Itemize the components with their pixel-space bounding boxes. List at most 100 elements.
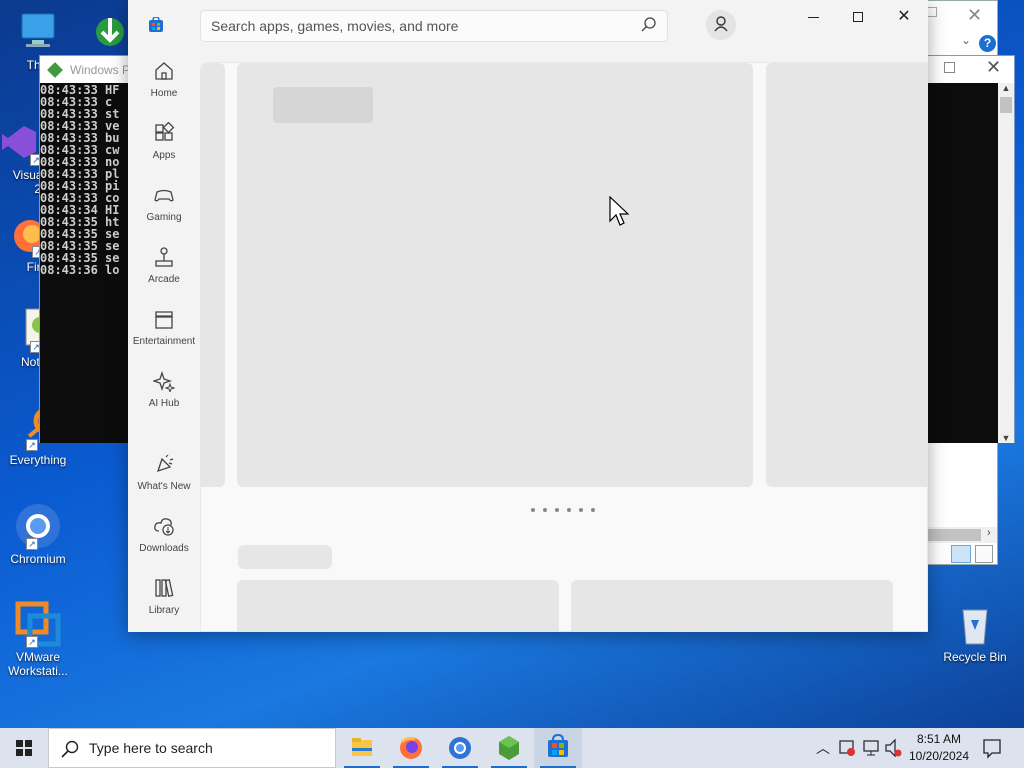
search-icon[interactable] xyxy=(641,17,657,36)
nav-label: Home xyxy=(150,88,178,99)
nav-item-gaming[interactable]: Gaming xyxy=(128,184,200,223)
taskbar-search-placeholder: Type here to search xyxy=(89,740,213,756)
entertainment-icon xyxy=(155,311,173,329)
tile-placeholder[interactable] xyxy=(237,580,559,631)
show-hidden-icons-button[interactable]: ︿ xyxy=(814,728,832,768)
desktop-icon-label: Everything xyxy=(9,453,67,467)
recycle-bin-icon xyxy=(951,600,999,648)
store-window: Search apps, games, movies, and more ✕ H… xyxy=(128,0,928,632)
clock-date: 10/20/2024 xyxy=(908,749,970,763)
ai-hub-icon xyxy=(153,370,175,392)
taskbar-clock[interactable]: 8:51 AM 10/20/2024 xyxy=(900,731,978,765)
windows-logo-icon xyxy=(16,740,32,756)
carousel-pagination[interactable] xyxy=(531,508,611,514)
close-button[interactable]: ✕ xyxy=(892,6,916,28)
chevron-down-icon[interactable]: ⌄ xyxy=(961,33,971,47)
nav-label: Library xyxy=(148,605,180,616)
taskbar-app-chromium[interactable] xyxy=(436,728,484,768)
tray-security-icon[interactable] xyxy=(838,728,856,768)
nav-label: AI Hub xyxy=(148,398,180,409)
carousel-dot[interactable] xyxy=(567,508,571,512)
chevron-up-icon[interactable]: ▲ xyxy=(998,83,1014,93)
apps-icon xyxy=(155,122,175,141)
nav-item-apps[interactable]: Apps xyxy=(128,122,200,161)
nav-item-downloads[interactable]: Downloads xyxy=(128,515,200,554)
desktop-icon-vmware[interactable]: ↗ VMware Workstati... xyxy=(0,600,76,678)
carousel-dot[interactable] xyxy=(531,508,535,512)
firefox-icon: ↗ xyxy=(0,210,46,258)
home-icon xyxy=(155,62,173,80)
carousel-dot[interactable] xyxy=(555,508,559,512)
console-title: Windows P xyxy=(70,62,131,77)
store-nav: Home Apps Gaming Arcade Entertainment AI… xyxy=(128,0,200,632)
microsoft-store-icon xyxy=(548,733,568,757)
tile-placeholder[interactable] xyxy=(571,580,893,631)
chevron-down-icon[interactable]: ▼ xyxy=(998,433,1014,443)
large-icons-view-icon[interactable] xyxy=(975,545,993,563)
nav-item-arcade[interactable]: Arcade xyxy=(128,246,200,285)
maximize-icon[interactable] xyxy=(927,7,937,17)
gaming-icon xyxy=(154,189,174,202)
store-search-input[interactable]: Search apps, games, movies, and more xyxy=(200,10,668,42)
carousel-dot[interactable] xyxy=(591,508,595,512)
library-icon xyxy=(155,578,174,598)
search-icon xyxy=(61,740,79,761)
nav-label: Apps xyxy=(152,150,176,161)
close-icon[interactable]: ✕ xyxy=(967,5,982,26)
taskbar-app-file-explorer[interactable] xyxy=(338,728,386,768)
account-icon[interactable] xyxy=(706,10,736,40)
taskbar: Type here to search ︿ 8:51 AM 10/20/2024 xyxy=(0,728,1024,768)
close-icon[interactable]: ✕ xyxy=(986,57,1001,78)
downloads-icon xyxy=(154,518,174,536)
nav-label: Gaming xyxy=(146,212,182,223)
desktop-icon-label: VMware Workstati... xyxy=(8,650,68,678)
minecraft-icon xyxy=(47,61,63,78)
taskbar-app-microsoft-store[interactable] xyxy=(534,728,582,768)
nav-item-entertainment[interactable]: Entertainment xyxy=(128,308,200,347)
minecraft-icon xyxy=(499,736,519,760)
maximize-button[interactable] xyxy=(846,6,870,28)
taskbar-app-minecraft[interactable] xyxy=(485,728,533,768)
file-explorer-icon xyxy=(352,738,372,756)
nav-label: What's New xyxy=(137,481,191,492)
nav-item-whats-new[interactable]: What's New xyxy=(128,453,200,492)
maximize-icon[interactable] xyxy=(944,62,955,73)
hero-title-placeholder xyxy=(273,87,373,123)
chevron-right-icon[interactable]: › xyxy=(987,527,991,539)
help-icon[interactable]: ? xyxy=(979,35,996,52)
visual-studio-icon: ↗ xyxy=(0,118,42,166)
network-icon[interactable] xyxy=(862,728,880,768)
maximize-icon xyxy=(853,12,863,22)
mouse-cursor-icon xyxy=(609,195,630,233)
hero-card-placeholder[interactable] xyxy=(237,63,753,487)
search-placeholder: Search apps, games, movies, and more xyxy=(211,18,459,34)
nav-label: Arcade xyxy=(148,274,180,285)
minimize-icon xyxy=(808,17,819,18)
notification-center-button[interactable] xyxy=(980,728,1004,768)
hero-card-right-placeholder[interactable] xyxy=(766,63,927,487)
desktop-icon-recycle-bin[interactable]: Recycle Bin xyxy=(937,600,1013,664)
hero-card-left-placeholder[interactable] xyxy=(201,63,225,487)
nav-item-ai-hub[interactable]: AI Hub xyxy=(128,370,200,409)
scrollbar-thumb[interactable] xyxy=(1000,97,1012,113)
idm-icon[interactable] xyxy=(92,10,128,50)
notification-icon xyxy=(983,739,1001,759)
details-view-icon[interactable] xyxy=(951,545,971,563)
carousel-dot[interactable] xyxy=(543,508,547,512)
whats-new-icon xyxy=(156,454,174,473)
desktop-icon-label: Chromium xyxy=(10,552,66,566)
nav-label: Downloads xyxy=(139,543,189,554)
chromium-icon: ↗ xyxy=(14,502,62,550)
desktop-icon-chromium[interactable]: ↗ Chromium xyxy=(0,502,76,566)
vmware-icon: ↗ xyxy=(14,600,62,648)
taskbar-app-firefox[interactable] xyxy=(387,728,435,768)
vertical-scrollbar[interactable]: ▲ ▼ xyxy=(998,83,1014,443)
store-content xyxy=(200,62,928,632)
start-button[interactable] xyxy=(0,728,48,768)
section-title-placeholder xyxy=(238,545,332,569)
taskbar-search-input[interactable]: Type here to search xyxy=(48,728,336,768)
minimize-button[interactable] xyxy=(802,6,826,28)
nav-item-home[interactable]: Home xyxy=(128,60,200,99)
nav-item-library[interactable]: Library xyxy=(128,577,200,616)
carousel-dot[interactable] xyxy=(579,508,583,512)
